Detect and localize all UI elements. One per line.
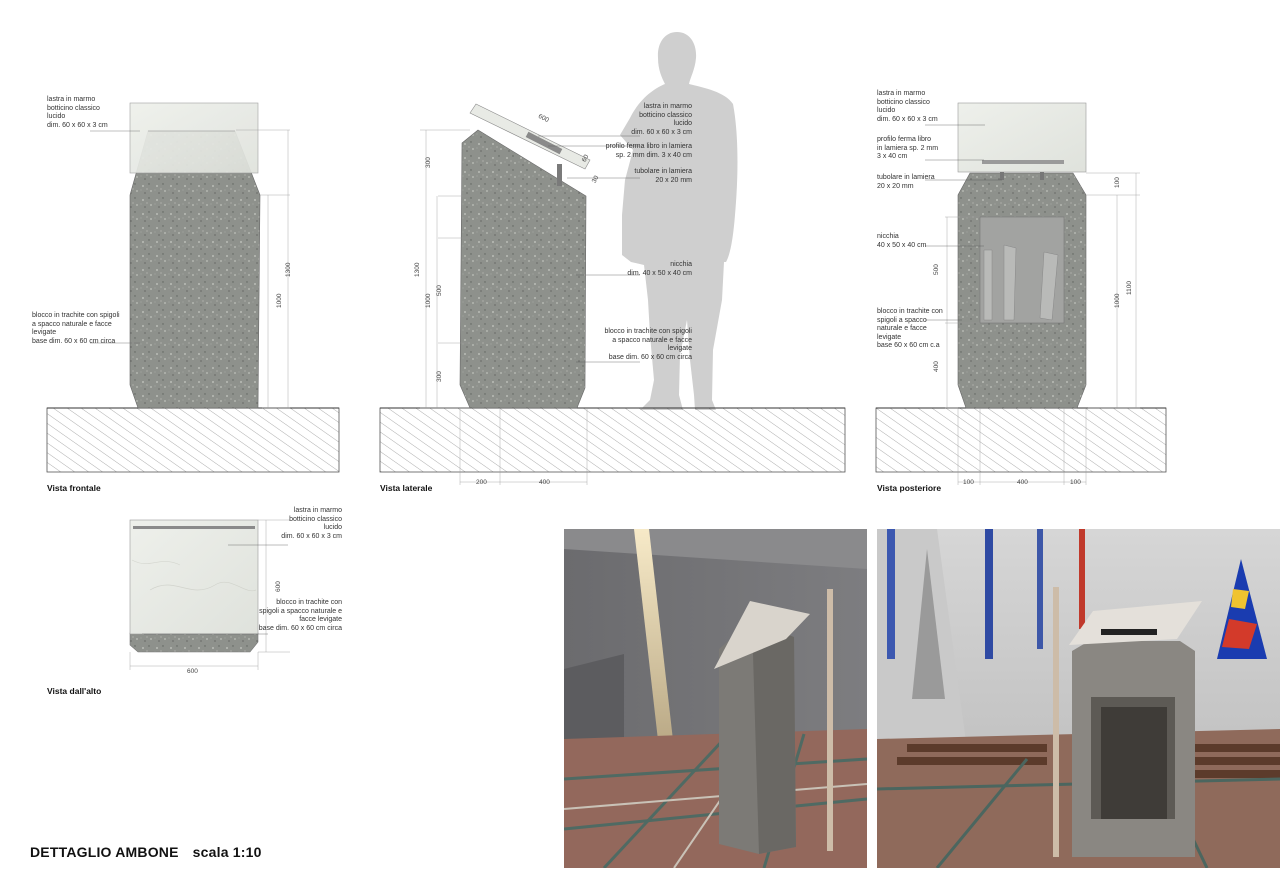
sheet-title-scale: scala 1:10	[192, 844, 262, 860]
top-book-profile	[133, 526, 255, 529]
note-side-niche: nicchia dim. 40 x 50 x 40 cm	[627, 261, 692, 277]
dim-rear-400: 400	[933, 361, 940, 372]
side-support-tube	[557, 164, 562, 186]
dim-rear-bottom-400: 400	[1017, 479, 1028, 486]
note-rear-block: blocco in trachite con spigoli a spacco …	[877, 308, 943, 349]
dim-top-600v: 600	[275, 581, 282, 592]
render-view-left	[564, 529, 867, 868]
note-rear-slab: lastra in marmo botticino classico lucid…	[877, 90, 938, 123]
dim-side-left-1000: 1000	[425, 293, 432, 308]
dim-rear-1100: 1100	[1126, 281, 1133, 295]
note-rear-niche: nicchia 40 x 50 x 40 cm	[877, 233, 927, 249]
dim-side-left-300a: 300	[425, 157, 432, 168]
note-side-tube: tubolare in lamiera 20 x 20 mm	[634, 168, 692, 184]
note-top-block: blocco in trachite con spigoli a spacco …	[258, 599, 342, 632]
dim-side-left-300b: 300	[436, 371, 443, 382]
render-view-right	[877, 529, 1280, 868]
front-view	[46, 102, 340, 473]
note-side-block: blocco in trachite con spigoli a spacco …	[604, 328, 692, 361]
dim-front-1000: 1000	[276, 293, 283, 308]
note-front-block: blocco in trachite con spigoli a spacco …	[32, 312, 120, 345]
dim-front-1300: 1300	[285, 262, 292, 277]
dim-side-bottom-400: 400	[539, 479, 550, 486]
front-ground	[46, 407, 340, 473]
side-view	[379, 32, 846, 485]
side-ground	[379, 407, 846, 473]
dim-side-left-500: 500	[436, 285, 443, 296]
top-view	[129, 519, 290, 670]
sheet-title: DETTAGLIO AMBONE scala 1:10	[30, 844, 276, 860]
dim-rear-bottom-100b: 100	[1070, 479, 1081, 486]
render-right-art	[877, 529, 1280, 868]
dim-side-left-1300: 1300	[414, 262, 421, 277]
front-marble-slab	[129, 102, 259, 174]
note-side-slab: lastra in marmo botticino classico lucid…	[631, 103, 692, 136]
note-top-slab: lastra in marmo botticino classico lucid…	[281, 507, 342, 540]
rear-ground	[875, 407, 1167, 473]
top-stone-edge	[129, 632, 259, 653]
dim-rear-100: 100	[1114, 177, 1121, 188]
side-stone-block	[459, 129, 587, 409]
note-rear-profile: profilo ferma libro in lamiera sp. 2 mm …	[877, 136, 939, 160]
note-front-slab: lastra in marmo botticino classico lucid…	[47, 96, 108, 129]
caption-top-view: Vista dall'alto	[47, 686, 102, 696]
render-left-art	[564, 529, 867, 868]
caption-front-view: Vista frontale	[47, 483, 101, 493]
dim-top-600h: 600	[187, 668, 198, 675]
rear-book-profile	[982, 160, 1064, 164]
dim-rear-500: 500	[933, 264, 940, 275]
note-rear-tube: tubolare in lamiera 20 x 20 mm	[877, 174, 935, 190]
caption-side-view: Vista laterale	[380, 483, 433, 493]
sheet-title-main: DETTAGLIO AMBONE	[30, 844, 179, 860]
dim-rear-1000: 1000	[1114, 293, 1121, 308]
dim-side-bottom-200: 200	[476, 479, 487, 486]
dim-rear-bottom-100a: 100	[963, 479, 974, 486]
caption-rear-view: Vista posteriore	[877, 483, 942, 493]
